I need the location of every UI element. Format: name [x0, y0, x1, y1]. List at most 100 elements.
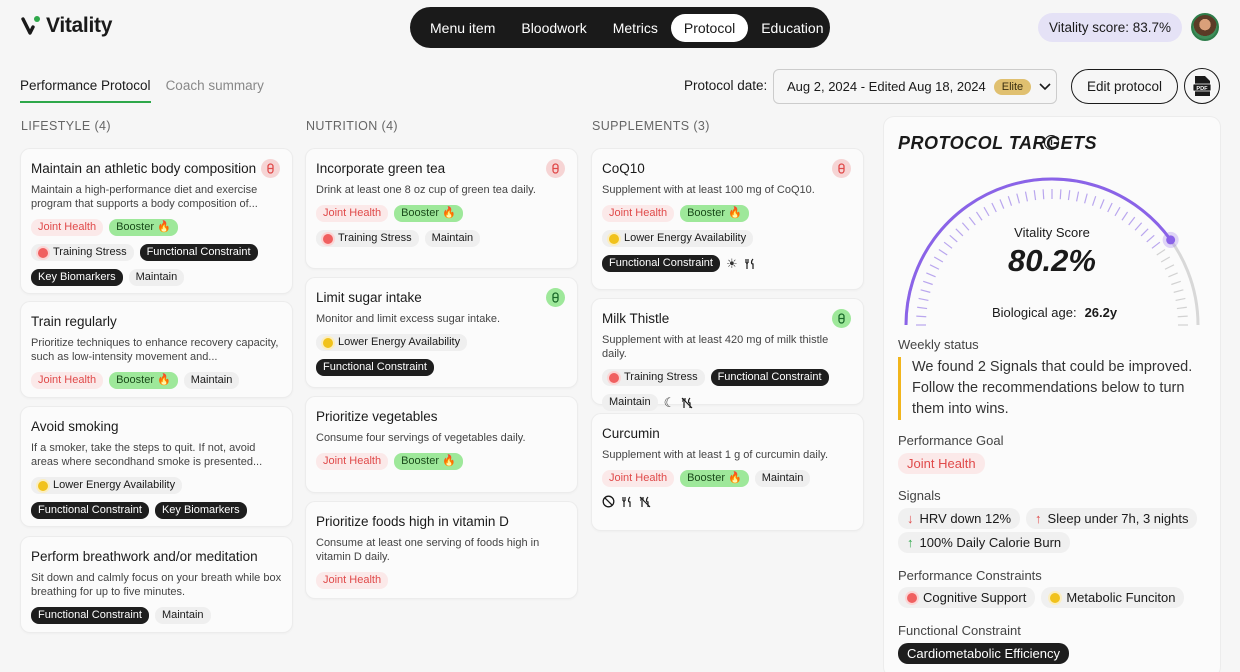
fork-knife-icon	[744, 258, 756, 270]
info-icon[interactable]: i	[1044, 135, 1059, 150]
tag-label: Training Stress	[624, 371, 698, 383]
gauge-tick	[1099, 199, 1105, 209]
pill-icon	[838, 313, 845, 324]
gauge-tick	[983, 206, 990, 217]
tag-label: Training Stress	[53, 246, 127, 258]
nav-item-education[interactable]: Education	[748, 14, 836, 42]
nutrition-card[interactable]: Incorporate green tea Drink at least one…	[306, 149, 577, 268]
signal-chip[interactable]: ↑ 100% Daily Calorie Burn	[898, 532, 1071, 553]
tag-functional-constraint: Functional Constraint	[710, 369, 829, 386]
gauge-tick	[1114, 206, 1121, 217]
goal-chip[interactable]: Joint Health	[898, 453, 985, 474]
arrow-up-red-icon: ↑	[1035, 511, 1042, 526]
tag-joint-health: Joint Health	[316, 572, 389, 589]
vitality-score-gauge	[904, 177, 1200, 326]
tag-functional-constraint: Functional Constraint	[31, 502, 149, 519]
pill-icon	[267, 163, 274, 174]
protocol-date-value: Aug 2, 2024 - Edited Aug 18, 2024	[787, 79, 986, 94]
gauge-score-label: Vitality Score	[1014, 225, 1090, 240]
fork-knife-icon	[621, 496, 633, 508]
nav-item-menu[interactable]: Menu item	[417, 14, 508, 42]
card-description: Drink at least one 8 oz cup of green tea…	[316, 184, 536, 196]
yellow-dot-icon	[323, 337, 333, 348]
constraint-text: Cognitive Support	[923, 590, 1027, 605]
avatar[interactable]	[1191, 13, 1219, 41]
card-title: Curcumin	[602, 426, 660, 441]
tag-key-biomarkers: Key Biomarkers	[31, 269, 123, 286]
card-title: Milk Thistle	[602, 311, 670, 326]
card-title: Prioritize vegetables	[316, 409, 438, 424]
card-title: Avoid smoking	[31, 419, 119, 434]
main-nav: Menu item Bloodwork Metrics Protocol Edu…	[410, 7, 830, 48]
functional-constraint-label: Functional Constraint	[898, 623, 1021, 638]
elite-badge: Elite	[993, 78, 1032, 95]
gauge-tick	[1171, 280, 1181, 286]
edit-protocol-button[interactable]: Edit protocol	[1071, 69, 1178, 104]
pdf-download-button[interactable]: PDF	[1184, 68, 1220, 104]
tag-joint-health: Joint Health	[31, 219, 104, 236]
yellow-dot-icon	[609, 233, 619, 244]
tag-joint-health: Joint Health	[602, 205, 675, 222]
tab-coach-summary[interactable]: Coach summary	[166, 78, 264, 103]
chevron-down-icon	[1039, 80, 1051, 94]
signal-chip[interactable]: ↓ HRV down 12%	[898, 508, 1021, 529]
tag-training-stress: Training Stress	[31, 244, 134, 261]
lifestyle-card[interactable]: Maintain an athletic body composition Ma…	[21, 149, 292, 293]
nav-item-metrics[interactable]: Metrics	[600, 14, 671, 42]
pill-icon	[552, 292, 559, 303]
card-description: Maintain a high-performance diet and exe…	[31, 184, 258, 210]
card-description: If a smoker, take the steps to quit. If …	[31, 442, 263, 468]
gauge-tick	[1042, 189, 1045, 200]
biological-age: Biological age: 26.2y	[992, 305, 1117, 320]
pdf-icon: PDF	[1192, 76, 1212, 96]
card-description: Supplement with at least 1 g of curcumin…	[602, 449, 829, 461]
supplement-card[interactable]: Milk Thistle Supplement with at least 42…	[592, 299, 863, 411]
signal-text: Sleep under 7h, 3 nights	[1047, 511, 1189, 526]
nav-item-bloodwork[interactable]: Bloodwork	[508, 14, 599, 42]
gauge-tick	[917, 306, 928, 310]
tag-maintain: Maintain	[183, 372, 240, 389]
supplement-card[interactable]: Curcumin Supplement with at least 1 g of…	[592, 414, 863, 530]
lifestyle-card[interactable]: Avoid smoking If a smoker, take the step…	[21, 407, 292, 526]
gauge-tick	[968, 216, 976, 226]
gauge-tick	[1128, 216, 1136, 226]
gauge-tick	[923, 280, 933, 286]
tag-booster: Booster 🔥	[680, 470, 749, 487]
gauge-tick	[1177, 315, 1188, 318]
tab-performance-protocol[interactable]: Performance Protocol	[20, 78, 151, 103]
signal-chip[interactable]: ↑ Sleep under 7h, 3 nights	[1026, 508, 1198, 529]
nutrition-card[interactable]: Limit sugar intake Monitor and limit exc…	[306, 278, 577, 387]
performance-goal-label: Performance Goal	[898, 433, 1004, 448]
lifestyle-card[interactable]: Train regularly Prioritize techniques to…	[21, 302, 292, 397]
moon-icon: ☾	[663, 394, 676, 410]
status-badge-green	[546, 288, 565, 307]
red-dot-icon	[323, 233, 333, 244]
tag-maintain: Maintain	[754, 470, 811, 487]
red-dot-icon	[907, 592, 917, 603]
tag-training-stress: Training Stress	[602, 369, 705, 386]
card-title: Maintain an athletic body composition	[31, 161, 257, 176]
card-title: Prioritize foods high in vitamin D	[316, 514, 509, 529]
supplement-card[interactable]: CoQ10 Supplement with at least 100 mg of…	[592, 149, 863, 289]
tag-lower-energy: Lower Energy Availability	[316, 334, 468, 351]
tag-functional-constraint: Functional Constraint	[31, 607, 149, 624]
functional-constraint-chip[interactable]: Cardiometabolic Efficiency	[898, 643, 1069, 664]
tag-label: Training Stress	[338, 232, 412, 244]
constraint-chip[interactable]: Cognitive Support	[898, 587, 1036, 608]
brand-logo[interactable]: Vitality	[20, 14, 112, 38]
card-description: Consume at least one serving of foods hi…	[316, 537, 540, 563]
gauge-tick	[918, 297, 929, 302]
status-badge-red	[546, 159, 565, 178]
no-food-icon	[639, 496, 651, 508]
constraint-text: Metabolic Funciton	[1066, 590, 1176, 605]
lifestyle-card[interactable]: Perform breathwork and/or meditation Sit…	[21, 537, 292, 632]
nutrition-card[interactable]: Prioritize vegetables Consume four servi…	[306, 397, 577, 492]
tag-label: Lower Energy Availability	[338, 336, 461, 348]
nutrition-card[interactable]: Prioritize foods high in vitamin D Consu…	[306, 502, 577, 598]
vitality-score-badge[interactable]: Vitality score: 83.7%	[1038, 13, 1183, 42]
nav-item-protocol[interactable]: Protocol	[670, 13, 749, 42]
weekly-status-label: Weekly status	[898, 337, 979, 352]
protocol-date-select[interactable]: Aug 2, 2024 - Edited Aug 18, 2024 Elite	[773, 69, 1057, 104]
constraint-chip[interactable]: Metabolic Funciton	[1041, 587, 1185, 608]
brand-name: Vitality	[46, 14, 113, 37]
